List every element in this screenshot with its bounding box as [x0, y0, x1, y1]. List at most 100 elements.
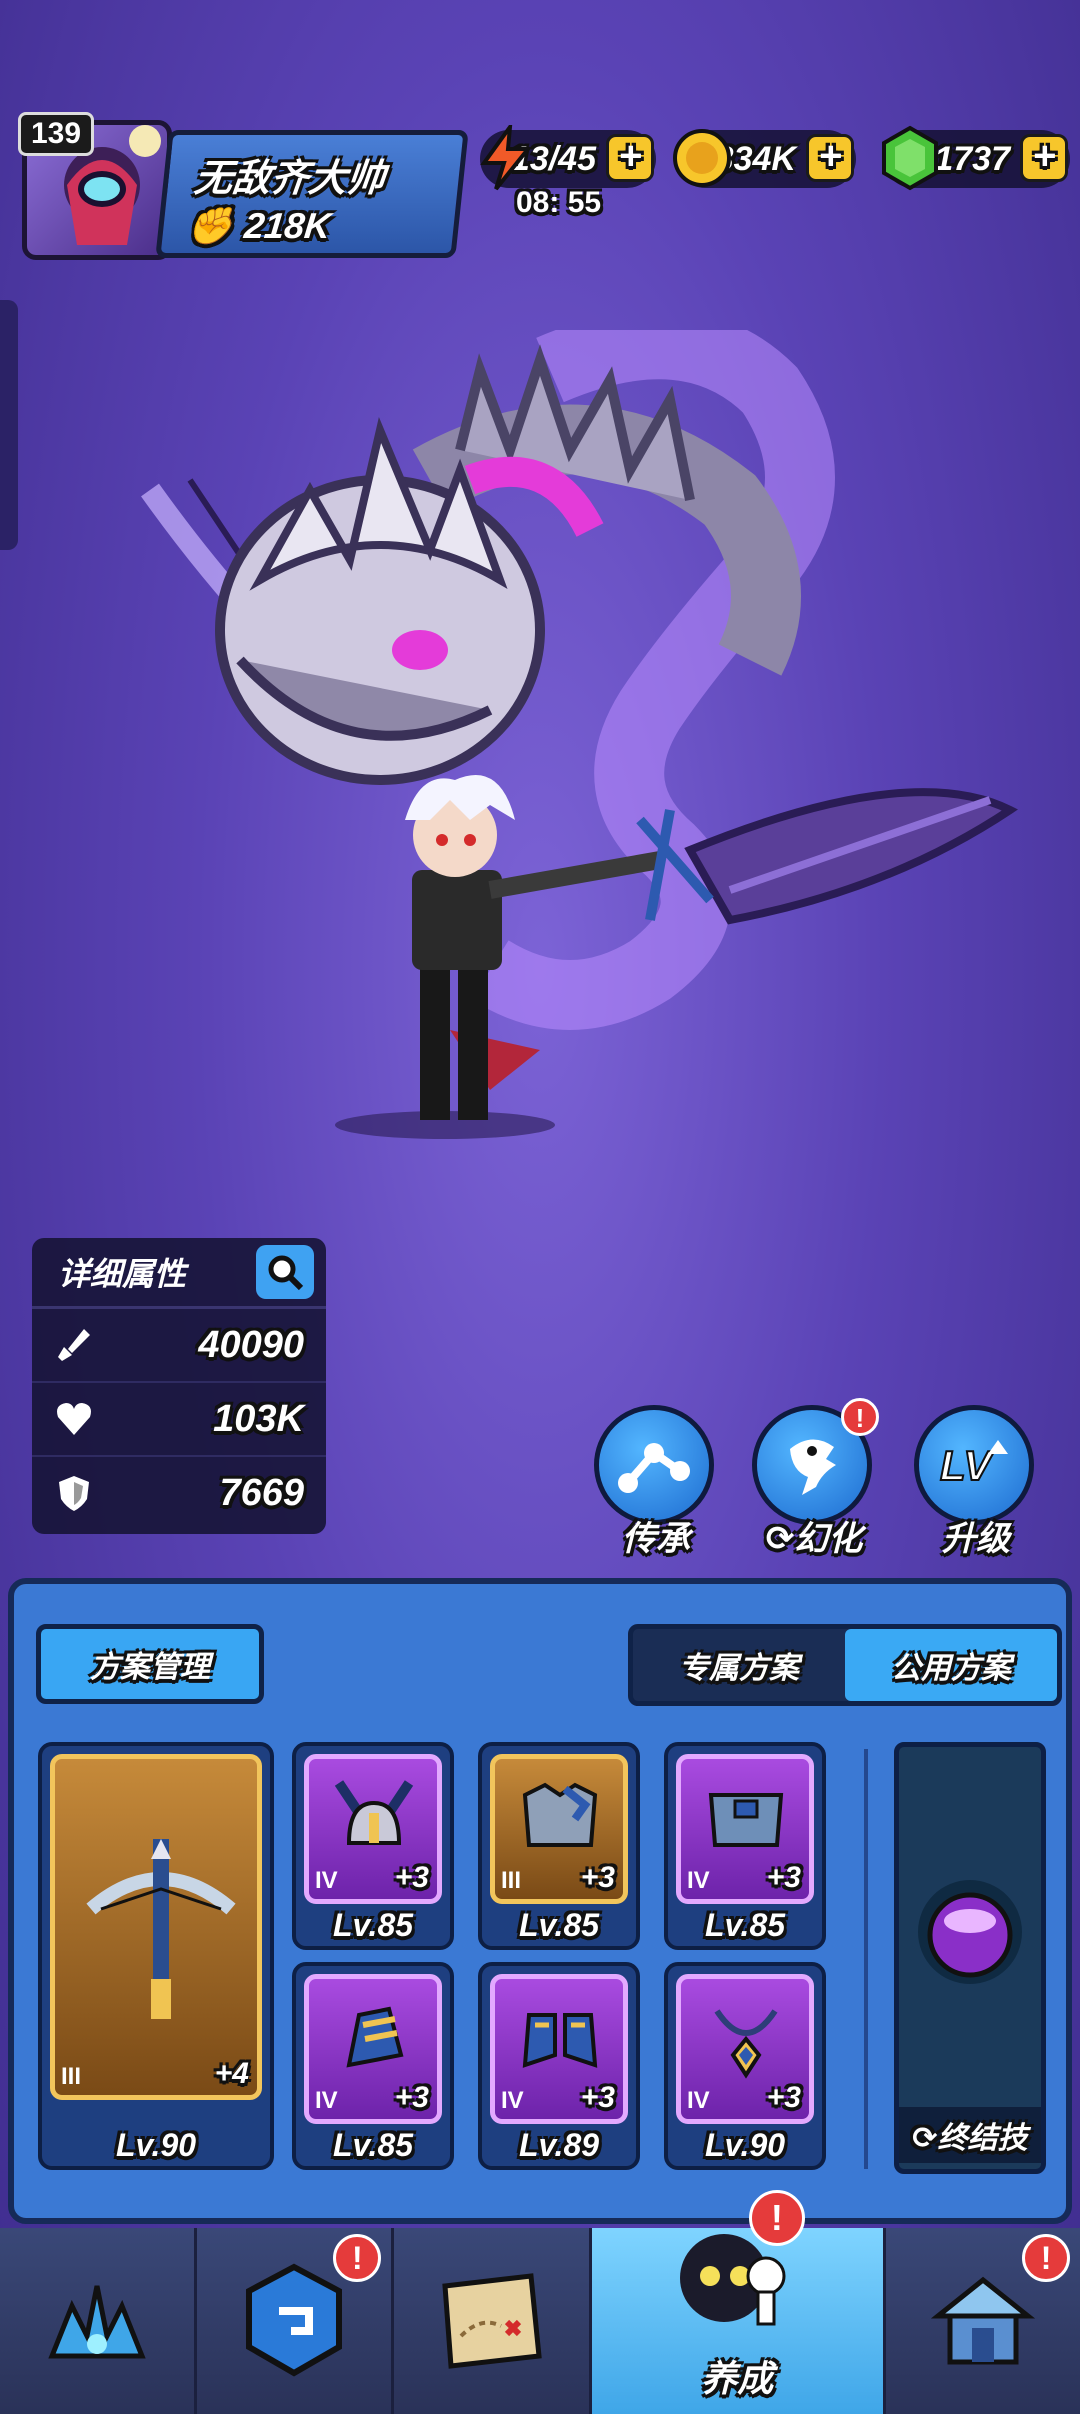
gear-slot-necklace[interactable]: IV +3 Lv.90 — [664, 1962, 826, 2170]
gear-card: IV +3 — [490, 1974, 628, 2124]
nav-battle[interactable] — [0, 2228, 198, 2414]
swap-icon: ⟳ — [912, 2122, 938, 2155]
gear-slot-boots[interactable]: IV +3 Lv.89 — [478, 1962, 640, 2170]
gold-coin-icon — [666, 122, 738, 194]
gear-level: Lv.85 — [332, 1907, 414, 1943]
shop-house-icon — [930, 2276, 1036, 2365]
gear-card: IV +3 — [676, 1754, 814, 1904]
energy-resource: 13/45 + — [480, 125, 656, 191]
gear-tier: IV — [501, 2087, 524, 2114]
gear-card: IV +3 — [304, 1974, 442, 2124]
level-up-icon: LV — [939, 1440, 1008, 1490]
belt-icon — [708, 1793, 784, 1847]
gear-card: IV +3 — [304, 1754, 442, 1904]
player-name: 无敌齐大帅 — [192, 158, 387, 200]
equipment-panel: 方案管理 专属方案 公用方案 III +4 Lv.90 IV +3 Lv.85 — [8, 1578, 1072, 2224]
tab-exclusive-plan[interactable]: 专属方案 — [633, 1629, 845, 1701]
nav-develop[interactable]: ! 养成 — [591, 2190, 886, 2414]
player-power: ✊ 218K — [185, 205, 333, 247]
plan-tabs: 专属方案 公用方案 — [628, 1624, 1062, 1706]
stats-header: 详细属性 — [32, 1238, 326, 1309]
nav-guild[interactable]: ! — [197, 2228, 395, 2414]
level-up-button[interactable]: LV 升级 — [914, 1405, 1038, 1560]
transform-alert-badge: ! — [841, 1398, 879, 1436]
hp-stat-row: 103K — [32, 1383, 326, 1457]
inherit-button[interactable]: 传承 — [594, 1405, 718, 1560]
ultimate-orb-icon — [918, 1880, 1022, 1984]
nav-develop-label: 养成 — [701, 2358, 774, 2399]
ultimate-skill-slot[interactable]: ⟳终结技 — [894, 1742, 1046, 2174]
gear-slot-gauntlet[interactable]: IV +3 Lv.85 — [292, 1962, 454, 2170]
gear-tier: IV — [315, 2087, 338, 2114]
add-gold-button[interactable]: + — [806, 134, 854, 182]
weapon-tier: III — [61, 2063, 82, 2090]
fist-icon: ✊ — [185, 205, 235, 246]
gear-plus: +3 — [580, 2081, 615, 2114]
gear-card: IV +3 — [676, 1974, 814, 2124]
gauntlet-icon — [346, 2006, 404, 2068]
transform-icon — [790, 1439, 836, 1495]
gold-resource: 1334K + — [673, 129, 856, 188]
player-namecard[interactable]: 无敌齐大帅 ✊ 218K — [155, 130, 469, 258]
sword-icon — [58, 1329, 90, 1361]
gem-resource: 1737 + — [882, 125, 1070, 191]
boots-icon — [522, 2013, 598, 2068]
nav-shop[interactable]: ! — [885, 2228, 1080, 2414]
gear-slot-armor[interactable]: III +3 Lv.85 — [478, 1742, 640, 1950]
gear-tier: III — [501, 1867, 522, 1894]
nav-map[interactable] — [394, 2228, 592, 2414]
add-energy-button[interactable]: + — [606, 134, 654, 182]
gear-level: Lv.85 — [518, 1907, 600, 1943]
hex-shield-icon — [246, 2263, 343, 2377]
gear-plus: +3 — [580, 1861, 615, 1894]
gear-slot-helmet[interactable]: IV +3 Lv.85 — [292, 1742, 454, 1950]
weapon-plus: +4 — [214, 2057, 249, 2090]
gear-plus: +3 — [394, 1861, 429, 1894]
nav-develop-alert-badge: ! — [748, 2190, 805, 2246]
gear-plus: +3 — [394, 2081, 429, 2114]
svg-text:LV: LV — [940, 1442, 994, 1489]
necklace-icon — [714, 2009, 778, 2079]
helmet-icon — [334, 1780, 414, 1845]
attack-value: 40090 — [198, 1323, 304, 1366]
energy-timer: 08: 55 — [516, 186, 602, 219]
transform-label-text: 幻化 — [794, 1520, 863, 1558]
ultimate-skill-label-text: 终结技 — [937, 2122, 1028, 2155]
treasure-map-icon — [442, 2273, 543, 2369]
gear-card: III +3 — [490, 1754, 628, 1904]
weapon-card: III +4 — [50, 1754, 262, 2100]
nav-guild-alert-badge: ! — [333, 2234, 382, 2282]
green-gem-icon — [874, 122, 946, 194]
heart-icon — [57, 1403, 91, 1435]
stats-detail-button[interactable] — [256, 1245, 314, 1299]
gear-level: Lv.85 — [704, 1907, 786, 1943]
magnifier-icon — [268, 1255, 304, 1291]
inherit-icon — [618, 1443, 690, 1493]
plan-management-button[interactable]: 方案管理 — [36, 1624, 264, 1704]
player-profile[interactable]: 139 无敌齐大帅 ✊ 218K — [18, 112, 469, 262]
gear-tier: IV — [315, 1867, 338, 1894]
shield-icon — [59, 1476, 89, 1511]
power-value: 218K — [242, 205, 333, 246]
transform-button[interactable]: ! ⟳幻化 — [752, 1398, 879, 1560]
lightning-icon — [470, 122, 542, 194]
shadow-dragon-pet-icon — [141, 330, 1018, 1030]
gear-slot-belt[interactable]: IV +3 Lv.85 — [664, 1742, 826, 1950]
inherit-label: 传承 — [622, 1520, 690, 1558]
attack-stat-row: 40090 — [32, 1309, 326, 1383]
level-up-label: 升级 — [942, 1520, 1010, 1558]
gear-level: Lv.89 — [518, 2127, 600, 2163]
add-gem-button[interactable]: + — [1020, 134, 1068, 182]
tab-shared-plan[interactable]: 公用方案 — [845, 1629, 1057, 1701]
bottom-nav: ! ! 养成 ! — [0, 2190, 1080, 2414]
hp-value: 103K — [213, 1397, 304, 1440]
gear-tier: IV — [687, 1867, 710, 1894]
gear-plus: +3 — [766, 1861, 801, 1894]
weapon-slot[interactable]: III +4 Lv.90 — [38, 1742, 274, 2170]
nav-shop-alert-badge: ! — [1022, 2234, 1071, 2282]
ultimate-skill-label: ⟳终结技 — [899, 2107, 1041, 2163]
transform-label: ⟳幻化 — [752, 1511, 876, 1560]
side-drawer-handle[interactable] — [0, 300, 18, 550]
stats-panel: 详细属性 40090 103K 7669 — [32, 1238, 326, 1534]
defense-value: 7669 — [219, 1471, 304, 1514]
